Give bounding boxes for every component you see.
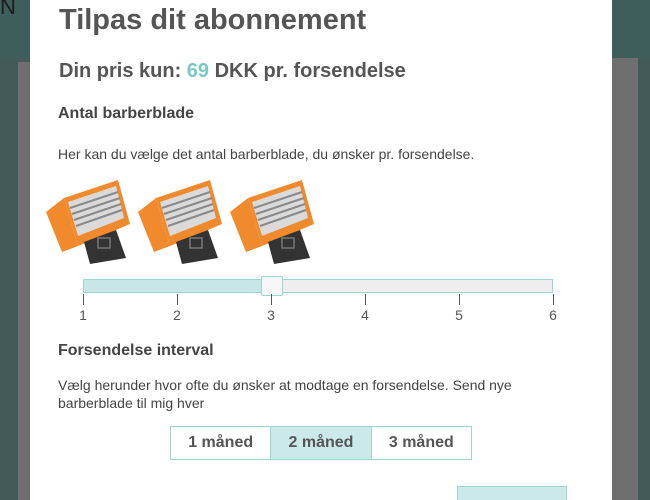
tick-label: 4: [361, 307, 369, 323]
backdrop-logo-letter: N: [0, 0, 16, 19]
slider-tick: 1: [73, 294, 93, 323]
price-suffix: DKK pr. forsendelse: [214, 60, 406, 82]
blades-heading: Antal barberblade: [58, 105, 195, 122]
tick-mark: [82, 294, 84, 305]
slider-ticks: 1 2 3 4 5 6: [79, 294, 557, 324]
modal-title: Tilpas dit abonnement: [59, 4, 367, 36]
blades-description: Her kan du vælge det antal barberblade, …: [58, 146, 475, 162]
slider-tick: 2: [167, 294, 187, 323]
razor-preview: [42, 172, 332, 264]
razor-cartridge-icon: [134, 172, 226, 264]
tick-label: 3: [267, 307, 275, 323]
tick-label: 2: [173, 307, 181, 323]
tick-mark: [552, 294, 554, 305]
interval-option-3[interactable]: 3 måned: [371, 427, 471, 459]
interval-selector: 1 måned 2 måned 3 måned: [170, 426, 472, 460]
price-value: 69: [186, 60, 210, 82]
tick-mark: [458, 294, 460, 305]
razor-cartridge-icon: [42, 172, 134, 264]
slider-tick: 3: [261, 294, 281, 323]
blades-slider[interactable]: [83, 276, 553, 296]
interval-option-2[interactable]: 2 måned: [271, 427, 372, 459]
price-prefix: Din pris kun:: [59, 60, 182, 82]
interval-option-1[interactable]: 1 måned: [171, 427, 272, 459]
slider-tick: 4: [355, 294, 375, 323]
slider-tick: 5: [449, 294, 469, 323]
slider-tick: 6: [543, 294, 563, 323]
tick-mark: [364, 294, 366, 305]
tick-mark: [270, 294, 272, 305]
confirm-button[interactable]: [457, 486, 567, 500]
tick-label: 6: [549, 307, 557, 323]
tick-mark: [176, 294, 178, 305]
interval-heading: Forsendelse interval: [58, 342, 214, 359]
tick-label: 1: [79, 307, 87, 323]
interval-description: Vælg herunder hvor ofte du ønsker at mod…: [58, 377, 512, 411]
price-line: Din pris kun: 69 DKK pr. forsendelse: [59, 60, 406, 83]
slider-fill: [84, 280, 272, 292]
subscription-modal: Tilpas dit abonnement Din pris kun: 69 D…: [30, 0, 612, 500]
tick-label: 5: [455, 307, 463, 323]
backdrop-panel-right: [612, 58, 638, 500]
slider-handle[interactable]: [261, 276, 283, 296]
razor-cartridge-icon: [226, 172, 318, 264]
